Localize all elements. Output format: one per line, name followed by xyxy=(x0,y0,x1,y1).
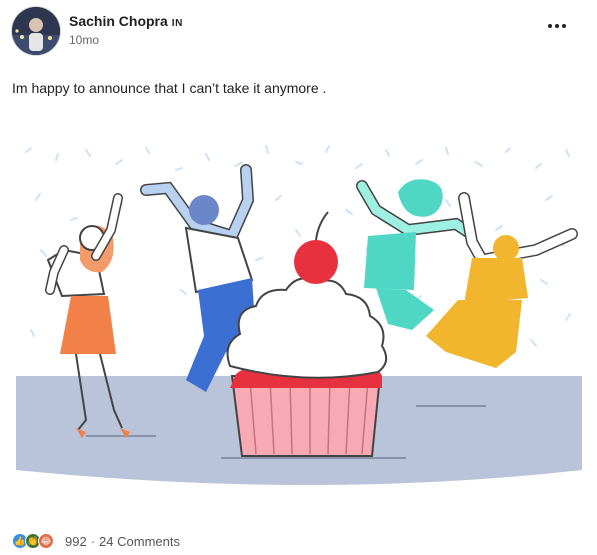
funny-icon: 😂 xyxy=(38,533,54,549)
more-dot xyxy=(548,24,552,28)
post-time: 10mo xyxy=(69,33,100,47)
more-dot xyxy=(562,24,566,28)
reaction-count[interactable]: 992 xyxy=(65,534,87,549)
separator: · xyxy=(90,533,96,549)
author-name-row: Sachin Chopra IN xyxy=(69,13,183,29)
author-name[interactable]: Sachin Chopra xyxy=(69,13,168,29)
reactions-summary[interactable]: 👍 👏 😂 xyxy=(12,533,54,549)
more-dot xyxy=(555,24,559,28)
celebration-illustration xyxy=(16,140,582,500)
more-options-button[interactable] xyxy=(548,18,576,34)
avatar-image xyxy=(12,7,60,55)
author-avatar[interactable] xyxy=(12,7,60,55)
comments-count[interactable]: 24 Comments xyxy=(99,534,180,549)
post-text: Im happy to announce that I can’t take i… xyxy=(12,80,327,96)
author-flag: IN xyxy=(171,18,183,29)
post-image[interactable] xyxy=(16,140,582,500)
post-footer: 👍 👏 😂 992 · 24 Comments xyxy=(12,531,180,551)
post-header: Sachin Chopra IN 10mo xyxy=(0,0,597,70)
